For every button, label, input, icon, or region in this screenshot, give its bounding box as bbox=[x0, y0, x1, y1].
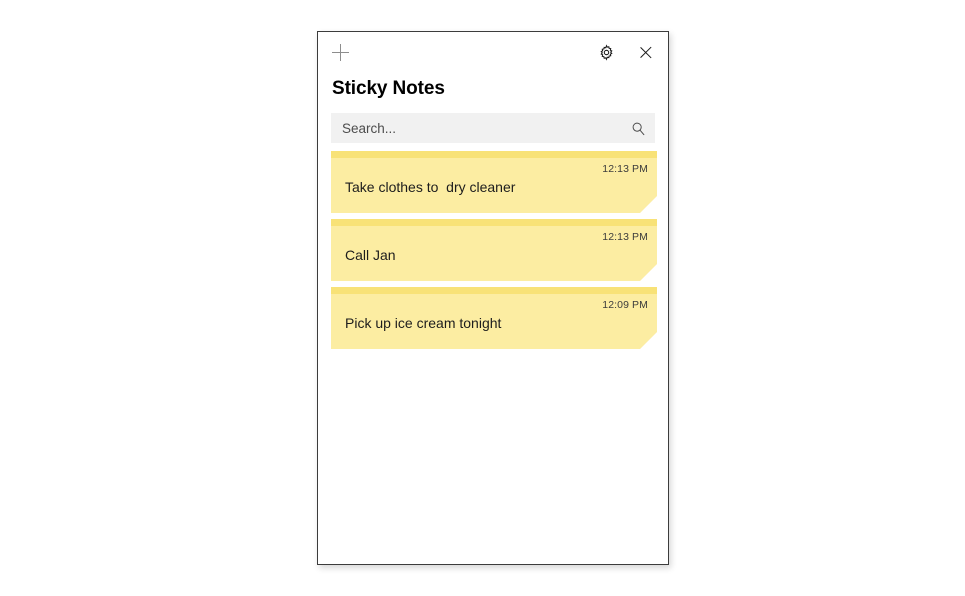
gear-icon bbox=[599, 43, 613, 61]
new-note-button[interactable] bbox=[320, 32, 360, 72]
note-fold-icon bbox=[640, 264, 657, 281]
note-card[interactable]: 12:09 PM Pick up ice cream tonight bbox=[331, 287, 657, 349]
note-fold-icon bbox=[640, 196, 657, 213]
note-top-strip bbox=[331, 151, 657, 158]
search-box[interactable] bbox=[331, 113, 655, 143]
settings-button[interactable] bbox=[586, 32, 626, 72]
note-top-strip bbox=[331, 287, 657, 294]
note-card[interactable]: 12:13 PM Call Jan bbox=[331, 219, 657, 281]
note-fold-icon bbox=[640, 332, 657, 349]
note-top-strip bbox=[331, 219, 657, 226]
sticky-notes-window: Sticky Notes 12:13 PM Take clothes to dr… bbox=[317, 31, 669, 565]
search-row bbox=[318, 101, 668, 143]
note-text: Take clothes to dry cleaner bbox=[345, 179, 516, 195]
search-input[interactable] bbox=[331, 113, 655, 143]
note-timestamp: 12:09 PM bbox=[602, 299, 648, 311]
note-timestamp: 12:13 PM bbox=[602, 231, 648, 243]
note-text: Call Jan bbox=[345, 247, 396, 263]
plus-icon bbox=[331, 43, 349, 61]
close-button[interactable] bbox=[626, 32, 666, 72]
note-timestamp: 12:13 PM bbox=[602, 163, 648, 175]
note-card[interactable]: 12:13 PM Take clothes to dry cleaner bbox=[331, 151, 657, 213]
page-title: Sticky Notes bbox=[332, 78, 445, 99]
title-bar bbox=[318, 32, 668, 72]
notes-list: 12:13 PM Take clothes to dry cleaner 12:… bbox=[318, 143, 668, 564]
note-text: Pick up ice cream tonight bbox=[345, 315, 502, 331]
close-icon bbox=[639, 45, 654, 60]
search-icon[interactable] bbox=[630, 120, 646, 136]
